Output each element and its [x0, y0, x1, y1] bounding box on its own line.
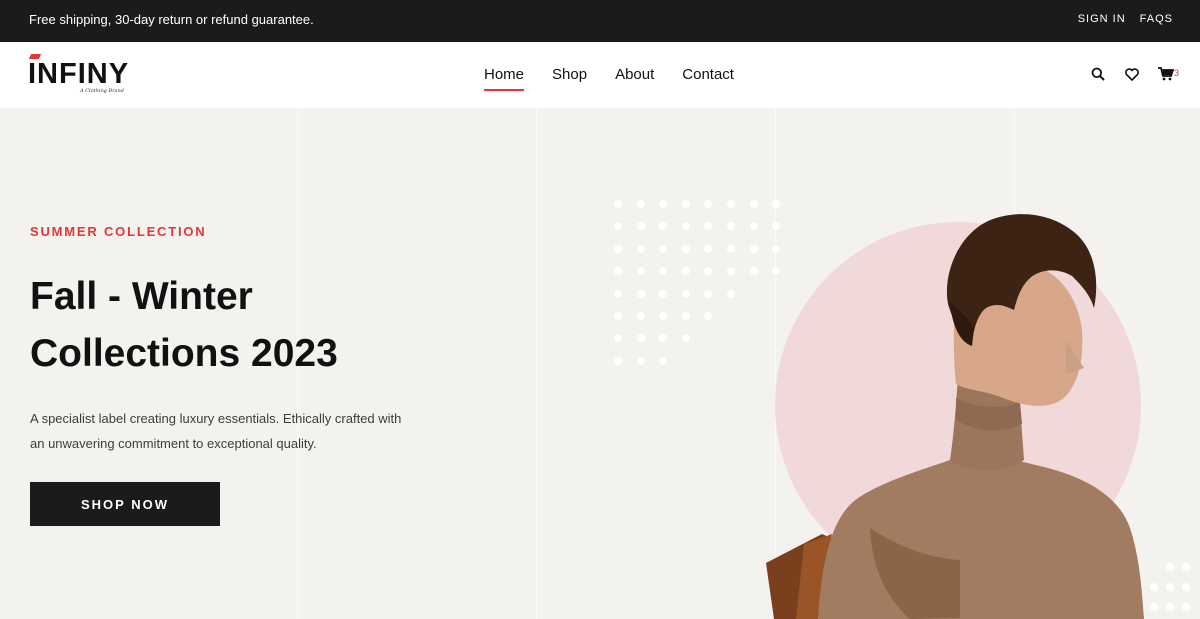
pattern-dot — [636, 267, 645, 276]
nav-item-home[interactable]: Home — [484, 66, 525, 91]
pattern-dot — [659, 289, 668, 298]
hero-title: Fall - Winter Collections 2023 — [30, 268, 430, 382]
pattern-dot — [704, 312, 713, 320]
hero-title-line2: Collections 2023 — [30, 332, 338, 375]
pattern-dot — [1182, 603, 1190, 611]
pattern-dot — [704, 289, 713, 298]
pattern-dot — [1182, 563, 1190, 571]
pattern-dot — [614, 222, 622, 231]
pattern-dot — [681, 267, 690, 276]
sign-in-link[interactable]: SIGN IN — [1078, 13, 1126, 25]
pattern-dot — [681, 222, 690, 231]
hero-title-line1: Fall - Winter — [30, 275, 253, 318]
pattern-dot — [681, 334, 690, 343]
pattern-dot — [727, 222, 735, 231]
cart-count-badge: 3 — [1174, 68, 1180, 78]
pattern-dot — [681, 200, 690, 208]
pattern-dot — [659, 312, 668, 320]
heart-icon[interactable] — [1124, 66, 1140, 82]
site-header: INFINY A Clothing Brand Home Shop About … — [0, 42, 1200, 108]
pattern-dot — [704, 244, 713, 253]
nav-item-about[interactable]: About — [615, 66, 654, 87]
pattern-dot — [659, 200, 668, 208]
brand-logo[interactable]: INFINY A Clothing Brand — [28, 54, 138, 98]
pattern-dot — [614, 289, 622, 298]
logo-wordmark: INFINY — [28, 58, 130, 90]
pattern-dot — [636, 312, 645, 320]
model-photo — [766, 214, 1144, 619]
pattern-dot — [659, 222, 668, 231]
main-nav: Home Shop About Contact — [484, 66, 734, 91]
pattern-dot — [659, 356, 668, 365]
pattern-dot — [749, 200, 758, 208]
pattern-dot — [749, 244, 758, 253]
faqs-link[interactable]: FAQS — [1140, 13, 1173, 25]
pattern-dot — [614, 334, 622, 343]
header-actions: 3 — [1090, 66, 1179, 82]
pattern-dot — [636, 356, 645, 365]
pattern-dot — [727, 200, 735, 208]
nav-item-shop[interactable]: Shop — [552, 66, 587, 87]
pattern-dot — [704, 222, 713, 231]
pattern-dot — [614, 200, 622, 208]
pattern-dot — [614, 244, 622, 253]
pattern-dot — [681, 289, 690, 298]
pattern-dot — [636, 244, 645, 253]
hero-description-line1: A specialist label creating luxury essen… — [30, 411, 402, 426]
grid-line — [536, 108, 537, 619]
pattern-dot — [614, 267, 622, 276]
pattern-dot — [614, 356, 622, 365]
pattern-dot — [749, 222, 758, 231]
shipping-text: Free shipping, 30-day return or refund g… — [29, 12, 314, 27]
announcement-bar: Free shipping, 30-day return or refund g… — [0, 0, 1200, 42]
pattern-dot — [727, 244, 735, 253]
hero-description: A specialist label creating luxury essen… — [30, 406, 420, 456]
pattern-dot — [704, 200, 713, 208]
pattern-dot — [614, 312, 622, 320]
pattern-dot — [659, 334, 668, 343]
nav-item-contact[interactable]: Contact — [682, 66, 734, 87]
pattern-dot — [636, 200, 645, 208]
pattern-dot — [636, 289, 645, 298]
pattern-dot — [659, 267, 668, 276]
cart-icon[interactable]: 3 — [1158, 66, 1179, 82]
pattern-dot — [1182, 583, 1190, 591]
pattern-dot — [704, 267, 713, 276]
hero-section: SUMMER COLLECTION Fall - Winter Collecti… — [0, 108, 1200, 619]
pattern-dot — [659, 244, 668, 253]
pattern-dot — [636, 222, 645, 231]
pattern-dot — [727, 267, 735, 276]
pattern-dot — [681, 312, 690, 320]
pattern-dot — [749, 267, 758, 276]
logo-tagline: A Clothing Brand — [80, 88, 124, 94]
shop-now-button[interactable]: SHOP NOW — [30, 482, 220, 526]
pattern-dot — [727, 289, 735, 298]
pattern-dot — [681, 244, 690, 253]
search-icon[interactable] — [1090, 66, 1106, 82]
hero-description-line2: an unwavering commitment to exceptional … — [30, 436, 317, 451]
account-links: SIGN IN FAQS — [1078, 13, 1173, 25]
pattern-dot — [636, 334, 645, 343]
hero-eyebrow: SUMMER COLLECTION — [30, 224, 207, 239]
